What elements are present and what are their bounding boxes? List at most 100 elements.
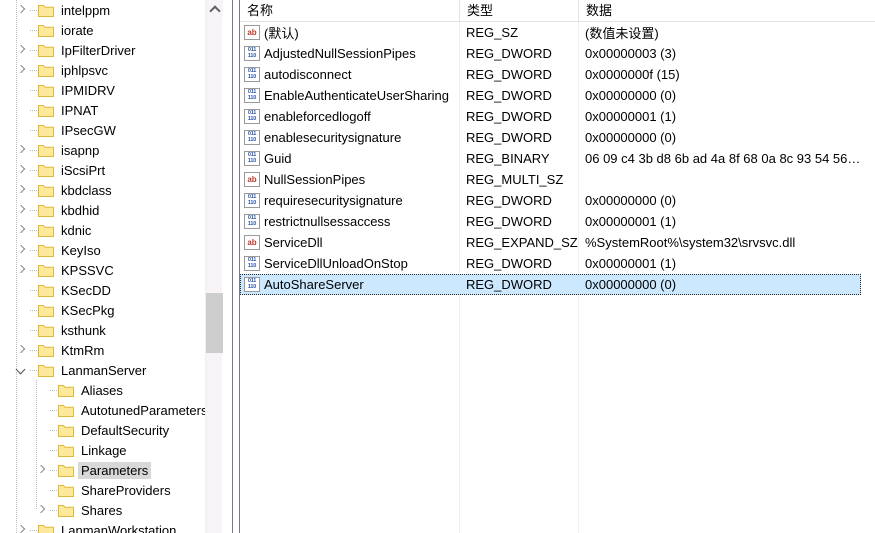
table-row[interactable]: 011110enablesecuritysignatureREG_DWORD0x… <box>240 127 875 148</box>
tree-item[interactable]: KtmRm <box>0 340 215 360</box>
folder-icon <box>37 300 55 320</box>
folder-icon <box>57 420 75 440</box>
folder-icon <box>57 380 75 400</box>
table-row[interactable]: 011110restrictnullsessaccessREG_DWORD0x0… <box>240 211 875 232</box>
registry-key-tree-pane[interactable]: intelppmiorateIpFilterDriveriphlpsvcIPMI… <box>0 0 233 533</box>
table-row[interactable]: 011110GuidREG_BINARY06 09 c4 3b d8 6b ad… <box>240 148 875 169</box>
table-row[interactable]: 011110EnableAuthenticateUserSharingREG_D… <box>240 85 875 106</box>
tree-item[interactable]: KeyIso <box>0 240 215 260</box>
tree-connector-line <box>50 400 57 420</box>
table-row[interactable]: 011110AdjustedNullSessionPipesREG_DWORD0… <box>240 43 875 64</box>
tree-item[interactable]: kbdhid <box>0 200 215 220</box>
tree-item[interactable]: Aliases <box>0 380 215 400</box>
tree-item[interactable]: LanmanServer <box>0 360 215 380</box>
tree-connector-line <box>30 80 37 100</box>
tree-indent <box>0 160 14 180</box>
tree-item[interactable]: Linkage <box>0 440 215 460</box>
chevron-up-icon[interactable] <box>206 0 223 17</box>
tree-connector-line <box>50 380 57 400</box>
tree-vertical-scrollbar[interactable] <box>205 0 222 533</box>
value-name-cell: 011110EnableAuthenticateUserSharing <box>240 88 459 103</box>
binary-value-icon: 011110 <box>244 151 260 166</box>
tree-item[interactable]: DefaultSecurity <box>0 420 215 440</box>
tree-item[interactable]: isapnp <box>0 140 215 160</box>
tree-item[interactable]: IPNAT <box>0 100 215 120</box>
table-row[interactable]: 011110requiresecuritysignatureREG_DWORD0… <box>240 190 875 211</box>
value-name-cell: 011110enableforcedlogoff <box>240 109 459 124</box>
folder-icon <box>37 160 55 180</box>
tree-item[interactable]: KSecPkg <box>0 300 215 320</box>
tree-item[interactable]: intelppm <box>0 0 215 20</box>
tree-connector-line <box>50 480 57 500</box>
tree-item[interactable]: KSecDD <box>0 280 215 300</box>
tree-connector-line <box>30 260 37 280</box>
tree-item-label: ShareProviders <box>78 482 174 499</box>
tree-connector-line <box>30 40 37 60</box>
tree-indent <box>0 220 14 240</box>
tree-item[interactable]: kbdclass <box>0 180 215 200</box>
table-row[interactable]: 011110enableforcedlogoffREG_DWORD0x00000… <box>240 106 875 127</box>
tree-connector-line <box>30 240 37 260</box>
tree-item[interactable]: ksthunk <box>0 320 215 340</box>
tree-item[interactable]: kdnic <box>0 220 215 240</box>
value-name-label: AutoShareServer <box>264 277 364 292</box>
table-row-selected[interactable]: 011110AutoShareServerREG_DWORD0x00000000… <box>240 274 861 295</box>
tree-item[interactable]: IpFilterDriver <box>0 40 215 60</box>
value-data-cell: 0x0000000f (15) <box>578 67 875 82</box>
tree-guide-line <box>16 0 17 533</box>
string-value-icon: ab <box>244 25 260 40</box>
folder-icon <box>57 440 75 460</box>
tree-indent <box>0 320 14 340</box>
value-name-cell: 011110requiresecuritysignature <box>240 193 459 208</box>
tree-item[interactable]: iphlpsvc <box>0 60 215 80</box>
tree-connector-line <box>30 140 37 160</box>
tree-connector-line <box>50 420 57 440</box>
tree-indent <box>0 80 14 100</box>
tree-item[interactable]: ShareProviders <box>0 480 215 500</box>
registry-values-list[interactable]: ab(默认)REG_SZ(数值未设置)011110AdjustedNullSes… <box>240 22 875 295</box>
value-data-cell: 0x00000001 (1) <box>578 109 875 124</box>
tree-item-selected[interactable]: Parameters <box>0 460 215 480</box>
value-name-cell: abServiceDll <box>240 235 459 250</box>
tree-item-label: IPsecGW <box>58 122 119 139</box>
column-header-name[interactable]: 名称 <box>240 0 459 22</box>
tree-item[interactable]: IPMIDRV <box>0 80 215 100</box>
value-data-cell: 0x00000000 (0) <box>578 193 875 208</box>
folder-icon <box>37 80 55 100</box>
tree-item[interactable]: IPsecGW <box>0 120 215 140</box>
tree-item[interactable]: KPSSVC <box>0 260 215 280</box>
scrollbar-thumb[interactable] <box>206 293 223 353</box>
table-row[interactable]: abServiceDllREG_EXPAND_SZ%SystemRoot%\sy… <box>240 232 875 253</box>
value-type-cell: REG_DWORD <box>459 256 578 271</box>
tree-item-label: kbdclass <box>58 182 115 199</box>
tree-connector-line <box>50 440 57 460</box>
tree-connector-line <box>30 340 37 360</box>
tree-connector-line <box>30 320 37 340</box>
tree-item[interactable]: iorate <box>0 20 215 40</box>
folder-icon <box>37 360 55 380</box>
tree-item[interactable]: iScsiPrt <box>0 160 215 180</box>
tree-item[interactable]: LanmanWorkstation <box>0 520 215 533</box>
binary-value-icon: 011110 <box>244 88 260 103</box>
registry-key-tree[interactable]: intelppmiorateIpFilterDriveriphlpsvcIPMI… <box>0 0 215 533</box>
column-header-data[interactable]: 数据 <box>578 0 875 22</box>
tree-connector-line <box>30 180 37 200</box>
tree-item[interactable]: Shares <box>0 500 215 520</box>
pane-splitter[interactable] <box>233 0 240 533</box>
value-type-cell: REG_DWORD <box>459 277 578 292</box>
table-row[interactable]: 011110ServiceDllUnloadOnStopREG_DWORD0x0… <box>240 253 875 274</box>
value-data-cell: %SystemRoot%\system32\srvsvc.dll <box>578 235 875 250</box>
column-header-type[interactable]: 类型 <box>459 0 578 22</box>
table-row[interactable]: abNullSessionPipesREG_MULTI_SZ <box>240 169 875 190</box>
table-row[interactable]: 011110autodisconnectREG_DWORD0x0000000f … <box>240 64 875 85</box>
tree-indent <box>0 20 14 40</box>
tree-indent <box>0 100 14 120</box>
value-type-cell: REG_DWORD <box>459 130 578 145</box>
table-row[interactable]: ab(默认)REG_SZ(数值未设置) <box>240 22 875 43</box>
list-column-header[interactable]: 名称 类型 数据 <box>240 0 875 22</box>
tree-indent <box>0 520 14 533</box>
tree-item[interactable]: AutotunedParameters <box>0 400 215 420</box>
folder-icon <box>37 200 55 220</box>
tree-connector-line <box>30 300 37 320</box>
registry-values-pane[interactable]: 名称 类型 数据 ab(默认)REG_SZ(数值未设置)011110Adjust… <box>240 0 875 533</box>
